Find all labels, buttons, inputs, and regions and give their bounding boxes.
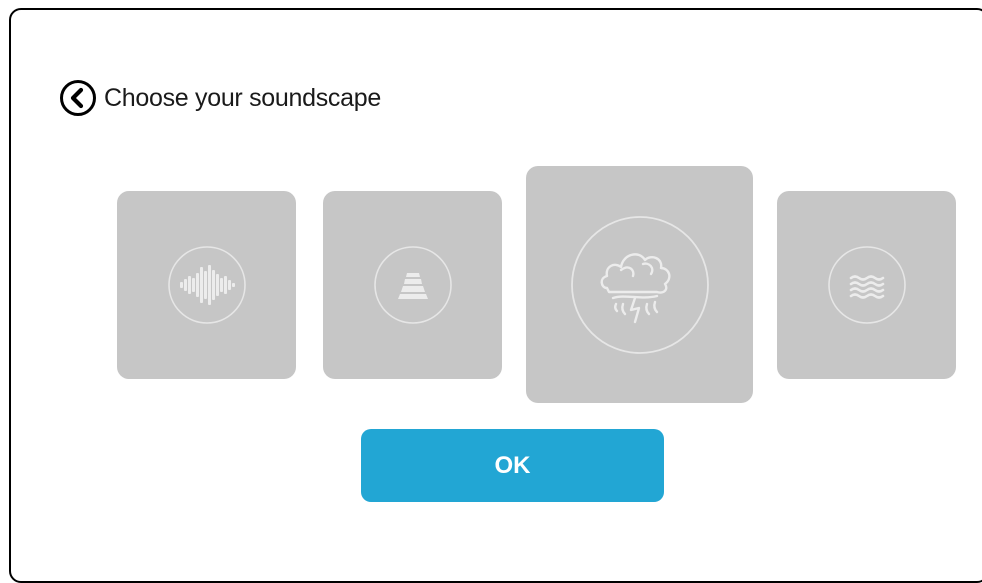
soundscape-option-ocean-waves[interactable]	[777, 191, 956, 379]
sound-wave-icon	[167, 246, 246, 324]
chevron-left-circle-icon[interactable]	[59, 79, 97, 117]
soundscape-dialog: Choose your soundscape OK	[9, 8, 982, 583]
dialog-header: Choose your soundscape	[59, 80, 381, 116]
soundscape-option-road[interactable]	[323, 191, 502, 379]
soundscape-option-storm[interactable]	[526, 166, 753, 403]
soundscape-option-sound-wave[interactable]	[117, 191, 296, 379]
road-icon	[373, 246, 452, 324]
page-title: Choose your soundscape	[104, 84, 381, 112]
ok-button[interactable]: OK	[361, 429, 664, 502]
ocean-waves-icon	[827, 246, 906, 324]
storm-cloud-icon	[570, 215, 709, 354]
